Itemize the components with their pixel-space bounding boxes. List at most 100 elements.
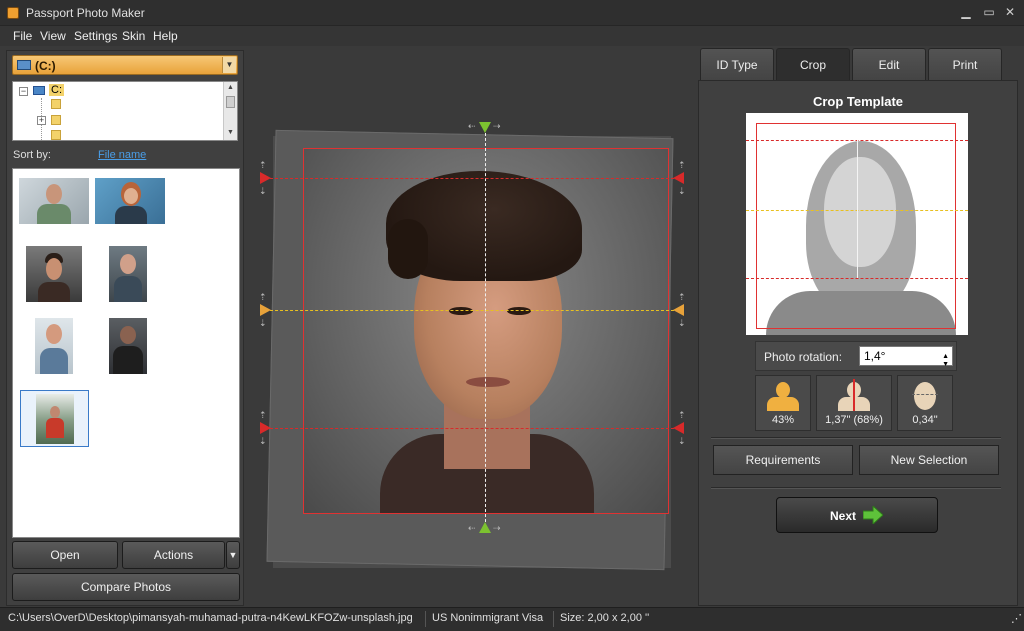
template-chin-line xyxy=(746,278,968,279)
arrow-up-icon: ⇡ xyxy=(678,410,686,420)
eye-height-value: 1,37" (68%) xyxy=(825,414,883,426)
photo-area xyxy=(266,129,674,571)
sort-link[interactable]: File name xyxy=(98,149,146,161)
resize-grip-icon[interactable]: ⋰ xyxy=(1011,612,1022,625)
status-bar: C:\Users\OverD\Desktop\pimansyah-muhamad… xyxy=(0,607,1024,631)
folder-icon[interactable] xyxy=(51,99,61,109)
tree-scrollbar[interactable]: ▲ ▼ xyxy=(223,82,237,140)
selected-photo-thumbnail[interactable] xyxy=(20,390,89,447)
arrow-up-icon: ⇡ xyxy=(678,292,686,302)
crop-panel: Crop Template Photo rotation: 1,4° ▲ ▼ 4… xyxy=(698,80,1018,606)
photo-thumbnail[interactable] xyxy=(35,318,73,374)
folder-icon[interactable] xyxy=(51,130,61,140)
chin-guide-left-handle[interactable] xyxy=(260,422,271,434)
top-handle-icon[interactable] xyxy=(479,122,491,133)
photo-thumbnail[interactable] xyxy=(109,318,147,374)
tab-strip: ID Type Crop Edit Print xyxy=(698,48,1018,82)
hard-drive-icon xyxy=(33,86,45,95)
face-width-value: 0,34" xyxy=(912,414,938,426)
eye-guide-left-handle[interactable] xyxy=(260,304,271,316)
tab-crop[interactable]: Crop xyxy=(776,48,850,82)
photo-thumbnail[interactable] xyxy=(109,246,147,302)
spin-down-icon[interactable]: ▼ xyxy=(942,356,949,374)
menu-help[interactable]: Help xyxy=(153,29,178,43)
portrait-eye-left xyxy=(449,307,473,315)
title-bar: Passport Photo Maker ▁ ▭ ✕ xyxy=(0,0,1024,26)
arrow-up-icon: ⇡ xyxy=(259,410,267,420)
rotation-label: Photo rotation: xyxy=(764,350,843,364)
divider xyxy=(711,487,1001,489)
template-crop-frame xyxy=(756,123,956,329)
scroll-down-icon[interactable]: ▼ xyxy=(225,128,236,138)
open-button[interactable]: Open xyxy=(12,541,118,569)
browser-panel: (C:) ▼ − C: + ▲ ▼ Sort by: File name Ope… xyxy=(6,50,244,606)
photo-thumbnail[interactable] xyxy=(19,178,89,224)
new-selection-button[interactable]: New Selection xyxy=(859,445,999,475)
sort-label: Sort by: xyxy=(13,149,51,161)
portrait-hair-side xyxy=(388,219,428,279)
collapse-icon[interactable]: − xyxy=(19,87,28,96)
chin-guide-right-handle[interactable] xyxy=(673,422,684,434)
menu-view[interactable]: View xyxy=(40,29,66,43)
bottom-handle-icon[interactable] xyxy=(479,522,491,533)
photo-thumbnail[interactable] xyxy=(26,246,82,302)
folder-tree[interactable]: − C: + ▲ ▼ xyxy=(12,81,238,141)
rotation-control: Photo rotation: 1,4° ▲ ▼ xyxy=(755,341,957,371)
requirements-button[interactable]: Requirements xyxy=(713,445,853,475)
head-size-icon xyxy=(776,382,790,398)
menu-settings[interactable]: Settings xyxy=(74,29,117,43)
head-size-value: 43% xyxy=(771,414,795,426)
eye-guide-line xyxy=(270,310,674,311)
minimize-icon[interactable]: ▁ xyxy=(958,4,974,20)
arrow-left-icon: ⇠ xyxy=(468,523,476,533)
portrait-mouth xyxy=(466,377,510,387)
eye-height-stat: 1,37" (68%) xyxy=(816,375,892,431)
crop-template-title: Crop Template xyxy=(812,94,904,109)
expand-icon[interactable]: + xyxy=(37,116,46,125)
menu-file[interactable]: File xyxy=(13,29,32,43)
rotation-value: 1,4° xyxy=(864,349,886,363)
close-icon[interactable]: ✕ xyxy=(1002,4,1018,20)
crop-rectangle[interactable] xyxy=(303,148,669,514)
window-title: Passport Photo Maker xyxy=(26,6,145,20)
folder-icon[interactable] xyxy=(51,115,61,125)
tab-edit[interactable]: Edit xyxy=(852,48,926,80)
arrow-left-icon: ⇠ xyxy=(468,121,476,131)
actions-dropdown-icon[interactable]: ▼ xyxy=(226,541,240,569)
chin-guide-line xyxy=(270,428,674,429)
eye-height-marker xyxy=(853,379,855,411)
photo-thumbnail-image xyxy=(36,394,74,444)
tab-id-type[interactable]: ID Type xyxy=(700,48,774,80)
arrow-right-icon: ⇢ xyxy=(493,523,501,533)
divider xyxy=(711,437,1001,439)
photo-canvas[interactable]: ⇠ ⇢ ⇠ ⇢ ⇡ ⇣ ⇡ ⇣ ⇡ ⇣ ⇡ ⇣ ⇡ ⇣ ⇡ ⇣ xyxy=(246,50,696,606)
menu-skin[interactable]: Skin xyxy=(122,29,145,43)
head-size-icon-body xyxy=(767,397,799,411)
tab-print[interactable]: Print xyxy=(928,48,1002,80)
compare-photos-button[interactable]: Compare Photos xyxy=(12,573,240,601)
status-size: Size: 2,00 x 2,00 '' xyxy=(560,612,650,624)
actions-button[interactable]: Actions xyxy=(122,541,225,569)
scroll-up-icon[interactable]: ▲ xyxy=(225,83,236,93)
status-document-type: US Nonimmigrant Visa xyxy=(432,612,544,624)
arrow-down-icon: ⇣ xyxy=(259,318,267,328)
arrow-right-icon xyxy=(863,506,883,524)
maximize-icon[interactable]: ▭ xyxy=(981,4,997,20)
status-path: C:\Users\OverD\Desktop\pimansyah-muhamad… xyxy=(8,612,413,624)
drive-icon xyxy=(17,60,31,70)
top-guide-right-handle[interactable] xyxy=(673,172,684,184)
arrow-down-icon: ⇣ xyxy=(678,436,686,446)
tree-root-label[interactable]: C: xyxy=(49,84,64,96)
next-button[interactable]: Next xyxy=(776,497,938,533)
scroll-thumb[interactable] xyxy=(226,96,235,108)
top-guide-left-handle[interactable] xyxy=(260,172,271,184)
arrow-up-icon: ⇡ xyxy=(678,160,686,170)
eye-guide-right-handle[interactable] xyxy=(673,304,684,316)
status-divider xyxy=(425,611,426,627)
chevron-down-icon[interactable]: ▼ xyxy=(222,57,236,73)
menu-bar: File View Settings Skin Help xyxy=(0,26,1024,46)
drive-selector[interactable]: (C:) ▼ xyxy=(12,55,238,75)
arrow-down-icon: ⇣ xyxy=(259,436,267,446)
photo-thumbnail[interactable] xyxy=(95,178,165,224)
rotation-stepper[interactable]: 1,4° ▲ ▼ xyxy=(859,346,953,368)
